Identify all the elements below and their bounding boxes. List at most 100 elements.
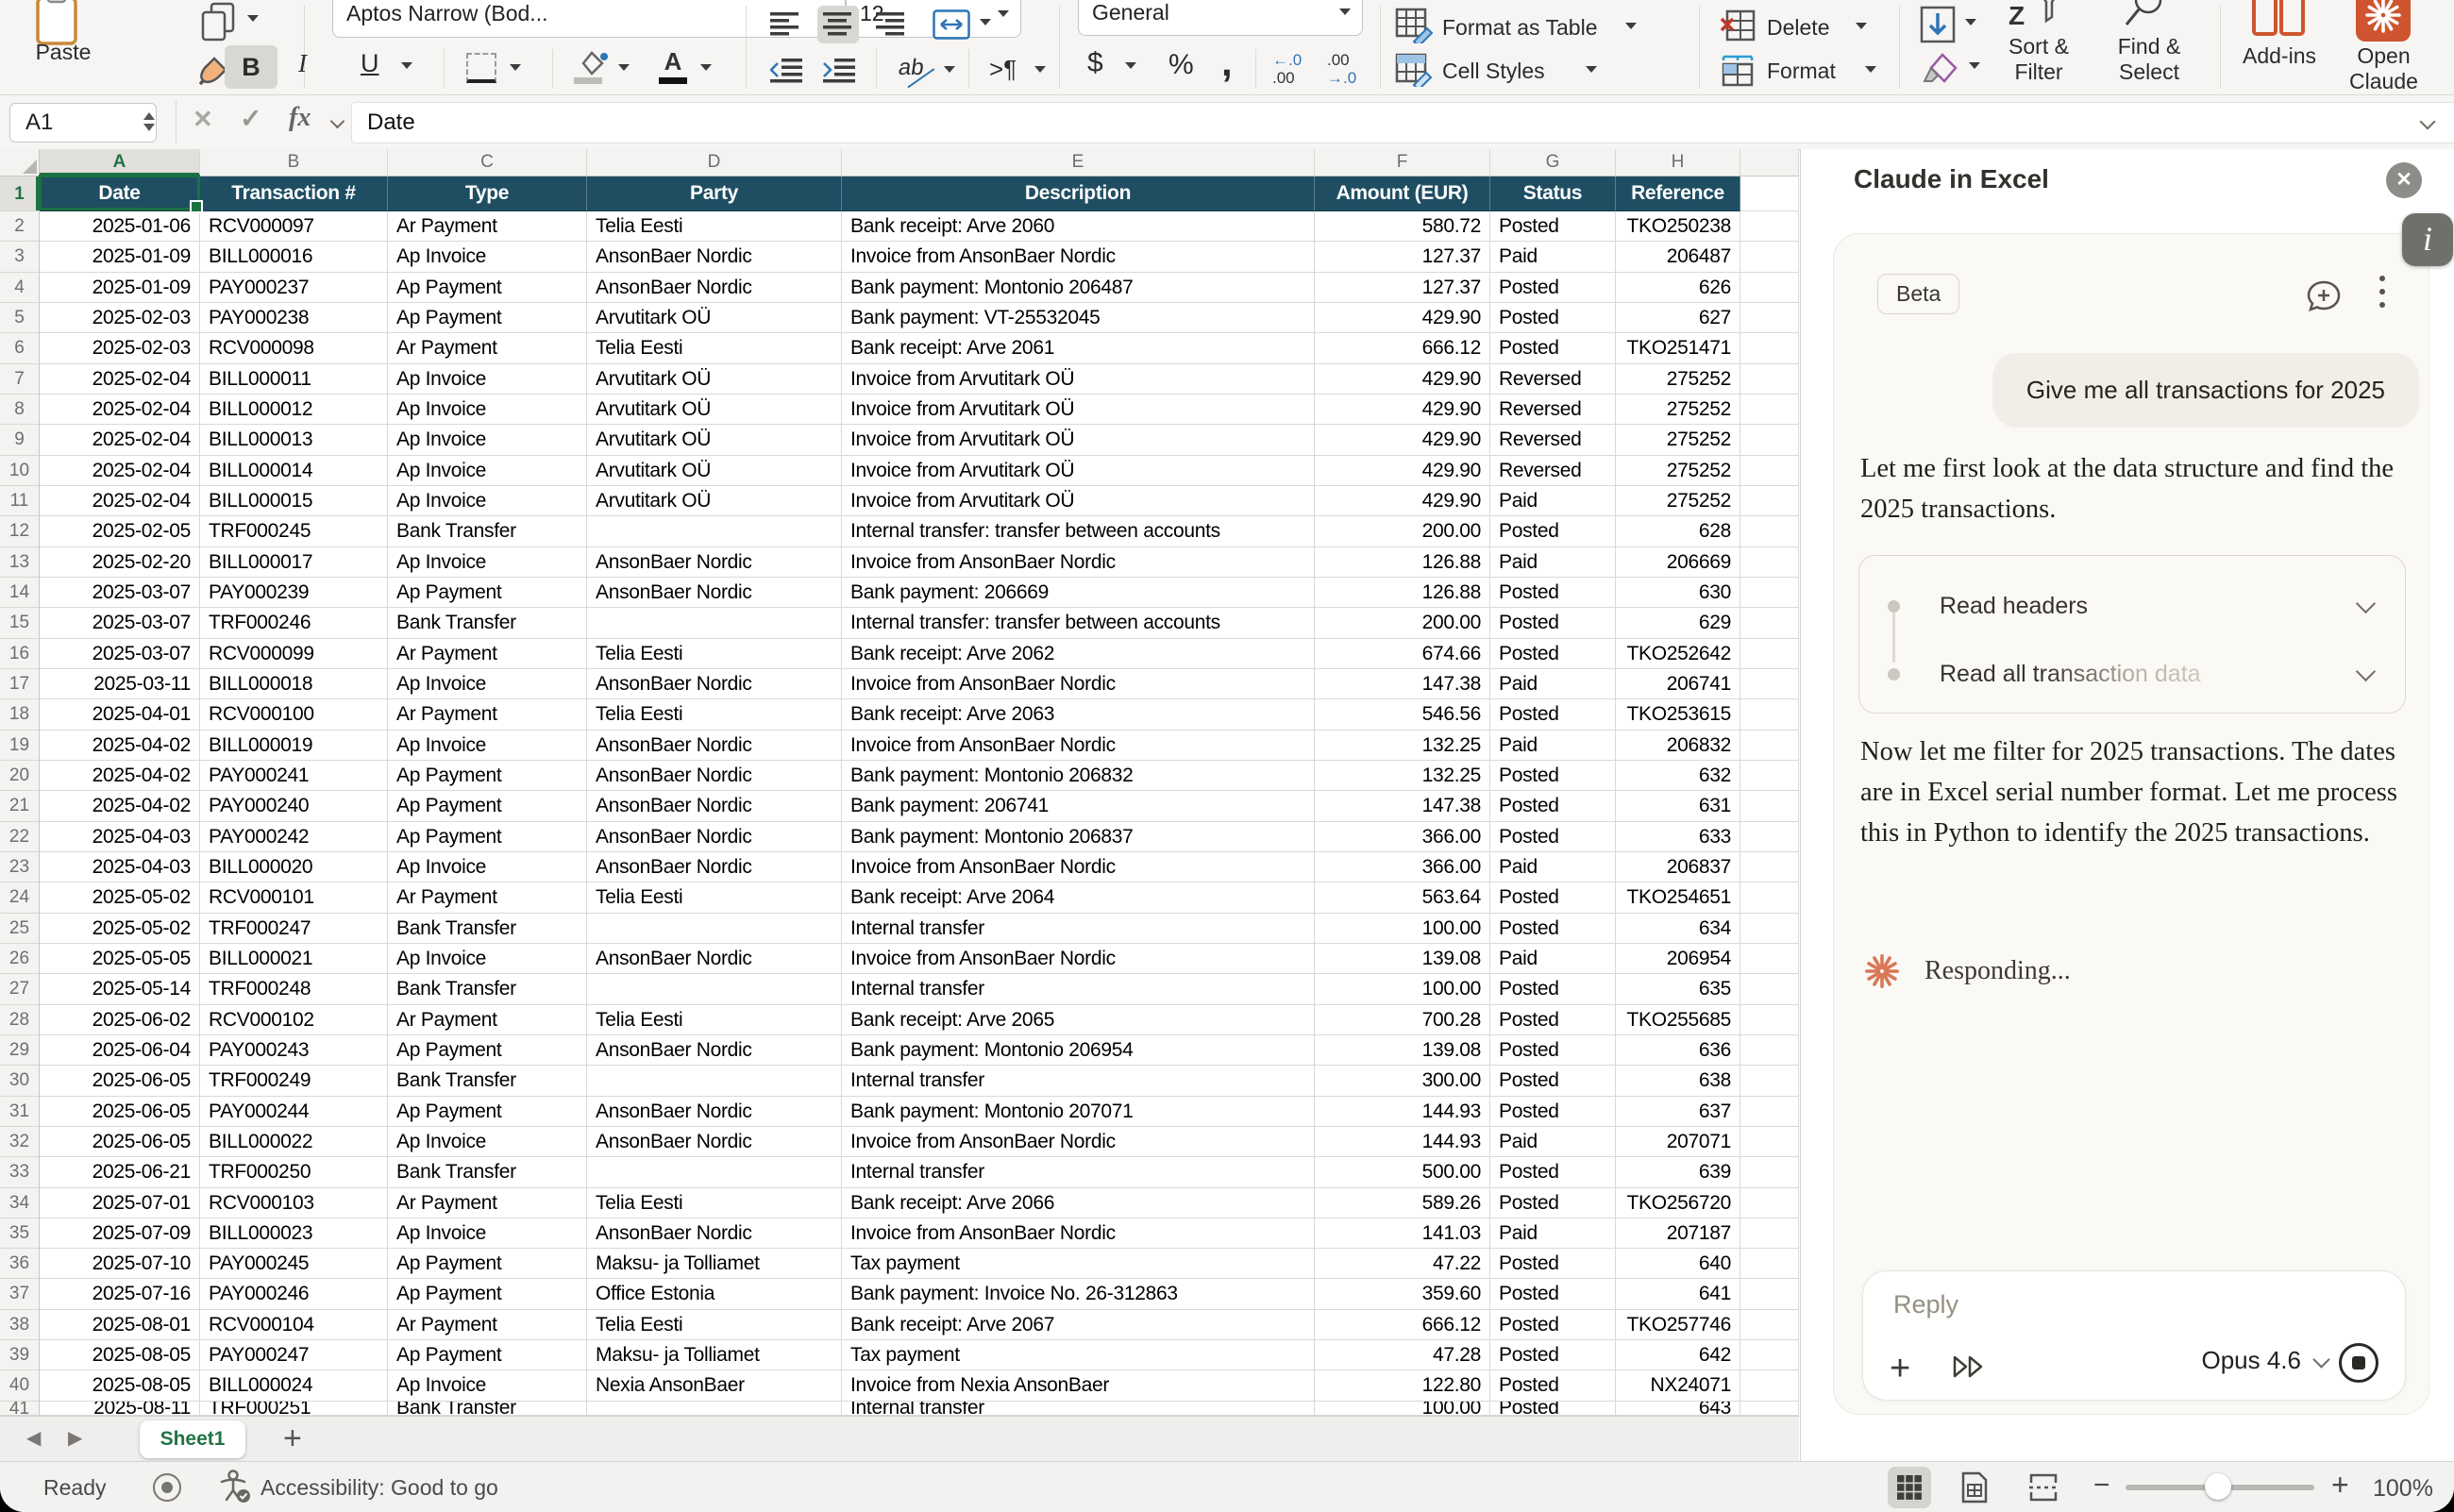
grid-cell[interactable]: 126.88 <box>1315 578 1490 608</box>
grid-cell[interactable]: Arvutitark OÜ <box>587 425 842 455</box>
tool-step-2[interactable]: Read all transaction data <box>1859 641 2405 707</box>
grid-cell[interactable]: 206832 <box>1616 731 1740 761</box>
borders-dropdown-arrow[interactable] <box>510 64 521 76</box>
grid-cell[interactable]: TRF000246 <box>200 608 388 638</box>
grid-cell[interactable]: 2025-02-05 <box>40 516 200 546</box>
next-sheet-arrow-icon[interactable]: ▶ <box>68 1426 82 1450</box>
grid-cell[interactable]: TKO254651 <box>1616 882 1740 913</box>
grid-cell[interactable]: 2025-02-04 <box>40 425 200 455</box>
grid-cell[interactable]: Ap Payment <box>388 578 587 608</box>
grid-cell[interactable]: AnsonBaer Nordic <box>587 1127 842 1157</box>
grid-cell[interactable]: BILL000016 <box>200 242 388 272</box>
clear-eraser-icon[interactable] <box>1920 51 1958 85</box>
grid-cell[interactable]: 359.60 <box>1315 1279 1490 1309</box>
new-chat-icon[interactable] <box>2306 279 2342 313</box>
grid-cell[interactable]: 627 <box>1616 303 1740 333</box>
close-icon[interactable]: ✕ <box>2386 162 2422 198</box>
grid-cell[interactable]: AnsonBaer Nordic <box>587 578 842 608</box>
grid-cell[interactable]: Posted <box>1490 608 1616 638</box>
currency-format-icon[interactable]: $ <box>1087 47 1103 79</box>
grid-cell[interactable]: Bank payment: Montonio 206832 <box>842 761 1315 791</box>
format-cells-icon[interactable] <box>1720 55 1756 87</box>
borders-icon[interactable] <box>466 53 496 83</box>
underline-button[interactable]: U <box>361 49 379 78</box>
grid-cell[interactable]: Tax payment <box>842 1249 1315 1279</box>
grid-cell[interactable] <box>1740 273 1799 303</box>
grid-cell[interactable]: 2025-06-05 <box>40 1127 200 1157</box>
zoom-in-button[interactable]: + <box>2331 1468 2349 1503</box>
grid-cell[interactable]: 642 <box>1616 1340 1740 1370</box>
grid-cell[interactable] <box>1740 761 1799 791</box>
grid-cell[interactable]: 635 <box>1616 974 1740 1004</box>
chevron-down-icon[interactable] <box>2356 593 2376 613</box>
grid-cell[interactable] <box>1740 1157 1799 1187</box>
grid-cell[interactable]: 2025-07-10 <box>40 1249 200 1279</box>
grid-cell[interactable]: Posted <box>1490 914 1616 944</box>
grid-cell[interactable] <box>1740 1340 1799 1370</box>
macro-record-icon[interactable] <box>153 1473 181 1502</box>
stop-button[interactable] <box>2339 1343 2378 1383</box>
grid-cell[interactable] <box>1740 1035 1799 1066</box>
grid-cell[interactable]: BILL000020 <box>200 852 388 882</box>
grid-cell[interactable]: Ap Invoice <box>388 731 587 761</box>
grid-cell[interactable]: Bank payment: Montonio 206487 <box>842 273 1315 303</box>
grid-cell[interactable]: Posted <box>1490 1402 1616 1416</box>
grid-cell[interactable]: Ar Payment <box>388 882 587 913</box>
grid-cell[interactable]: 633 <box>1616 822 1740 852</box>
row-header-18[interactable]: 18 <box>0 699 40 730</box>
grid-cell[interactable]: 634 <box>1616 914 1740 944</box>
grid-cell[interactable] <box>1740 669 1799 699</box>
grid-cell[interactable] <box>587 516 842 546</box>
grid-cell[interactable]: Ap Payment <box>388 303 587 333</box>
grid-cell[interactable]: 632 <box>1616 761 1740 791</box>
menu-kebab-icon[interactable] <box>2379 276 2385 315</box>
grid-cell[interactable]: Posted <box>1490 1370 1616 1401</box>
grid-cell[interactable]: TKO251471 <box>1616 333 1740 363</box>
font-color-icon[interactable]: A <box>659 47 687 76</box>
cell-styles-icon[interactable] <box>1395 53 1433 87</box>
grid-cell[interactable] <box>1740 639 1799 669</box>
grid-cell[interactable]: BILL000014 <box>200 456 388 486</box>
grid-cell[interactable] <box>1740 914 1799 944</box>
formula-input[interactable]: Date <box>351 102 2454 143</box>
grid-cell[interactable]: 206669 <box>1616 547 1740 578</box>
grid-cell[interactable] <box>1740 1370 1799 1401</box>
grid-cell[interactable]: Date <box>40 176 200 211</box>
underline-dropdown-arrow[interactable] <box>401 62 412 75</box>
grid-cell[interactable]: Telia Eesti <box>587 882 842 913</box>
grid-cell[interactable]: 141.03 <box>1315 1218 1490 1249</box>
grid-cell[interactable]: 366.00 <box>1315 852 1490 882</box>
orientation-dropdown-arrow[interactable] <box>944 66 955 78</box>
grid-cell[interactable]: Reversed <box>1490 364 1616 395</box>
grid-cell[interactable]: 127.37 <box>1315 273 1490 303</box>
grid-cell[interactable]: Maksu- ja Tolliamet <box>587 1340 842 1370</box>
enter-icon[interactable]: ✓ <box>240 103 261 134</box>
grid-cell[interactable] <box>1740 1127 1799 1157</box>
grid-cell[interactable]: 2025-08-05 <box>40 1370 200 1401</box>
grid-cell[interactable] <box>1740 791 1799 821</box>
row-header-26[interactable]: 26 <box>0 944 40 974</box>
row-header-35[interactable]: 35 <box>0 1218 40 1249</box>
grid-cell[interactable]: Internal transfer <box>842 1402 1315 1416</box>
row-header-22[interactable]: 22 <box>0 822 40 852</box>
grid-cell[interactable]: 589.26 <box>1315 1188 1490 1218</box>
grid-cell[interactable]: Posted <box>1490 273 1616 303</box>
delete-arrow[interactable] <box>1856 23 1867 35</box>
grid-cell[interactable]: TRF000245 <box>200 516 388 546</box>
grid-cell[interactable]: 630 <box>1616 578 1740 608</box>
grid-cell[interactable] <box>1740 1310 1799 1340</box>
grid-cell[interactable]: Invoice from AnsonBaer Nordic <box>842 1218 1315 1249</box>
grid-cell[interactable]: PAY000237 <box>200 273 388 303</box>
grid-cell[interactable] <box>1740 578 1799 608</box>
grid-cell[interactable]: Maksu- ja Tolliamet <box>587 1249 842 1279</box>
row-header-31[interactable]: 31 <box>0 1097 40 1127</box>
align-left-icon[interactable] <box>770 11 800 38</box>
grid-cell[interactable]: Reversed <box>1490 456 1616 486</box>
grid-cell[interactable]: Ap Invoice <box>388 1127 587 1157</box>
grid-cell[interactable]: RCV000102 <box>200 1005 388 1035</box>
font-name-select[interactable]: Aptos Narrow (Bod... <box>332 0 846 38</box>
accessibility-status[interactable]: Accessibility: Good to go <box>261 1475 498 1501</box>
grid-cell[interactable]: Invoice from AnsonBaer Nordic <box>842 731 1315 761</box>
grid-cell[interactable]: Arvutitark OÜ <box>587 456 842 486</box>
grid-cell[interactable]: AnsonBaer Nordic <box>587 547 842 578</box>
